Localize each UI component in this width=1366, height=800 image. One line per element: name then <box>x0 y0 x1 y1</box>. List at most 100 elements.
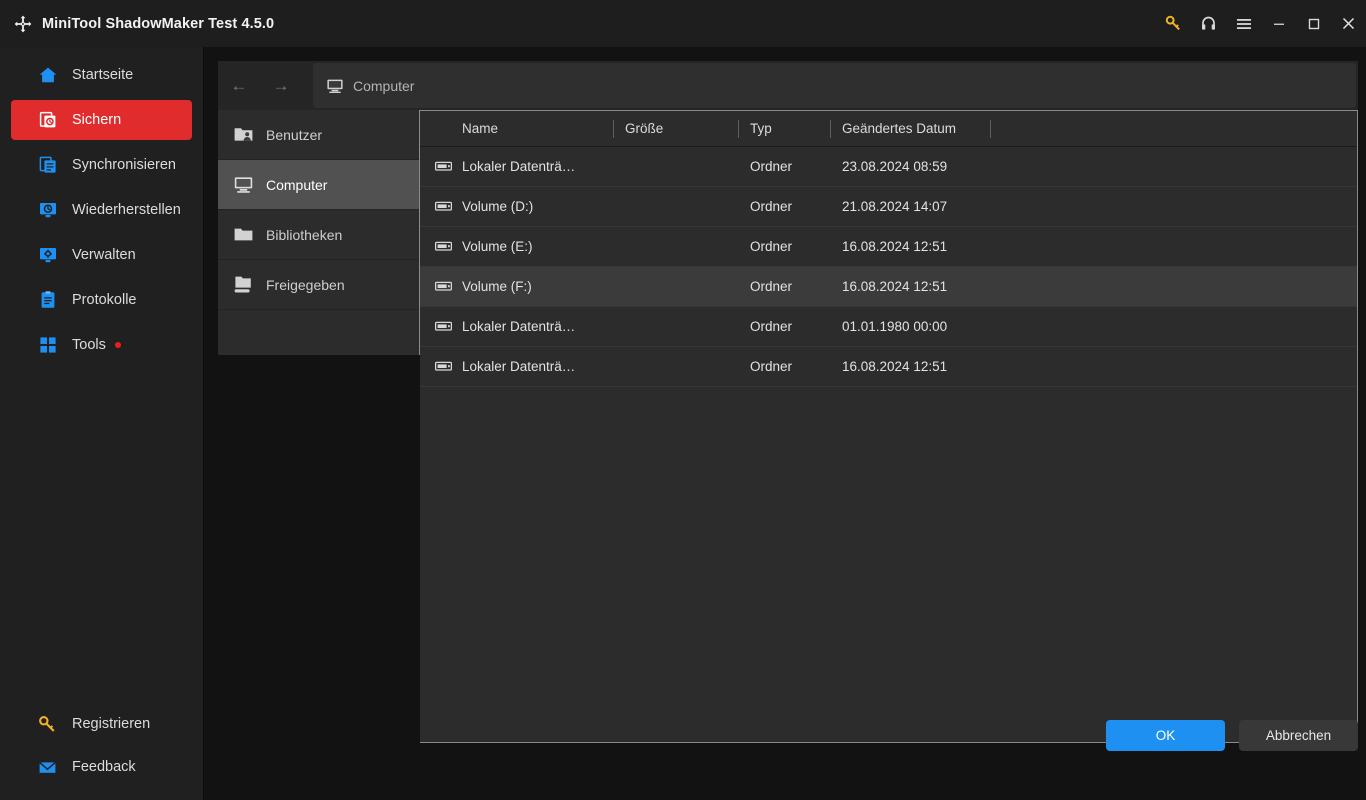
drive-icon <box>434 198 452 216</box>
column-header-label: Größe <box>625 120 664 136</box>
column-header-name[interactable]: Name <box>420 120 613 138</box>
column-header-label: Name <box>462 120 499 136</box>
table-row[interactable]: Lokaler Datenträ… Ordner 23.08.2024 08:5… <box>420 147 1357 187</box>
table-row[interactable]: Volume (F:) Ordner 16.08.2024 12:51 <box>420 267 1357 307</box>
column-header-label: Geändertes Datum <box>842 120 957 136</box>
tree-item-label: Freigegeben <box>266 276 345 293</box>
table-row[interactable]: Volume (D:) Ordner 21.08.2024 14:07 <box>420 187 1357 227</box>
file-name-text: Lokaler Datenträ… <box>462 159 576 174</box>
title-bar: MiniTool ShadowMaker Test 4.5.0 <box>0 0 1366 47</box>
sidebar-item-label: Verwalten <box>72 247 136 263</box>
file-date-cell: 16.08.2024 12:51 <box>842 239 948 254</box>
file-type-cell: Ordner <box>750 159 793 174</box>
address-bar-value: Computer <box>353 77 415 94</box>
tree-item-bibliotheken[interactable]: Bibliotheken <box>218 210 419 260</box>
manage-icon <box>37 245 58 266</box>
column-divider[interactable] <box>738 120 739 138</box>
maximize-icon[interactable] <box>1296 0 1331 47</box>
file-list-header: Name Größe Typ Geändertes Datum <box>420 111 1357 147</box>
tree-item-label: Benutzer <box>266 126 323 143</box>
file-name-cell: Volume (D:) <box>420 199 613 214</box>
file-date-cell: 16.08.2024 12:51 <box>842 279 948 294</box>
sidebar-item-label: Startseite <box>72 67 134 83</box>
tree-item-label: Computer <box>266 176 328 193</box>
table-row[interactable]: Volume (E:) Ordner 16.08.2024 12:51 <box>420 227 1357 267</box>
navigation-bar: ← → Computer <box>218 61 1358 110</box>
drive-icon <box>434 278 452 296</box>
column-header-type[interactable]: Typ <box>738 120 830 138</box>
sidebar-item-label: Tools <box>72 337 106 353</box>
key-icon <box>37 714 58 735</box>
file-type-cell: Ordner <box>750 199 793 214</box>
sidebar-item-startseite[interactable]: Startseite <box>11 55 192 95</box>
arrow-right-icon: → <box>272 75 290 95</box>
address-bar[interactable]: Computer <box>313 63 1356 108</box>
location-tree: Benutzer Computer Bibliotheken Freigegeb… <box>218 110 420 355</box>
users-folder-icon <box>232 124 254 146</box>
sidebar-item-protokolle[interactable]: Protokolle <box>11 280 192 320</box>
file-name-text: Volume (E:) <box>462 239 533 254</box>
file-name-text: Lokaler Datenträ… <box>462 319 576 334</box>
sidebar-item-feedback[interactable]: Feedback <box>11 748 193 786</box>
sidebar-item-tools[interactable]: Tools <box>11 325 192 365</box>
dialog-footer: OK Abbrechen <box>210 704 1366 800</box>
tree-item-freigegeben[interactable]: Freigegeben <box>218 260 419 310</box>
main-content: ← → Computer Benutzer Computer Bibliothe… <box>210 47 1366 800</box>
menu-hamburger-icon[interactable] <box>1226 0 1261 47</box>
sidebar: Startseite Sichern Synchronisieren Wiede… <box>0 47 204 800</box>
restore-icon <box>37 200 58 221</box>
drive-icon <box>434 238 452 256</box>
back-button[interactable]: ← <box>218 61 260 110</box>
home-icon <box>37 65 58 86</box>
cancel-button[interactable]: Abbrechen <box>1239 720 1358 751</box>
drive-icon <box>434 358 452 376</box>
sidebar-item-sichern[interactable]: Sichern <box>11 100 192 140</box>
column-divider[interactable] <box>990 120 991 138</box>
sidebar-item-label: Registrieren <box>72 716 151 732</box>
file-date-cell: 21.08.2024 14:07 <box>842 199 948 214</box>
computer-icon <box>232 174 254 196</box>
app-window: MiniTool ShadowMaker Test 4.5.0 Startsei… <box>0 0 1366 800</box>
sidebar-item-verwalten[interactable]: Verwalten <box>11 235 192 275</box>
sidebar-item-label: Protokolle <box>72 292 137 308</box>
file-type-cell: Ordner <box>750 319 793 334</box>
close-icon[interactable] <box>1331 0 1366 47</box>
file-date-cell: 16.08.2024 12:51 <box>842 359 948 374</box>
window-title: MiniTool ShadowMaker Test 4.5.0 <box>42 15 275 32</box>
backup-icon <box>37 110 58 131</box>
column-header-size[interactable]: Größe <box>613 120 738 138</box>
column-divider[interactable] <box>613 120 614 138</box>
tools-new-badge <box>114 342 121 348</box>
column-divider[interactable] <box>830 120 831 138</box>
file-type-cell: Ordner <box>750 239 793 254</box>
file-type-cell: Ordner <box>750 279 793 294</box>
shared-folder-icon <box>232 274 254 296</box>
logs-icon <box>37 290 58 311</box>
minimize-icon[interactable] <box>1261 0 1296 47</box>
register-key-icon[interactable] <box>1156 0 1191 47</box>
shadowmaker-logo-icon <box>12 13 34 35</box>
sidebar-item-registrieren[interactable]: Registrieren <box>11 705 193 743</box>
sidebar-item-wiederherstellen[interactable]: Wiederherstellen <box>11 190 192 230</box>
table-row[interactable]: Lokaler Datenträ… Ordner 01.01.1980 00:0… <box>420 307 1357 347</box>
sidebar-item-synchronisieren[interactable]: Synchronisieren <box>11 145 192 185</box>
sync-icon <box>37 155 58 176</box>
table-row[interactable]: Lokaler Datenträ… Ordner 16.08.2024 12:5… <box>420 347 1357 387</box>
tree-item-label: Bibliotheken <box>266 226 343 243</box>
ok-button[interactable]: OK <box>1106 720 1225 751</box>
file-name-text: Lokaler Datenträ… <box>462 359 576 374</box>
support-headset-icon[interactable] <box>1191 0 1226 47</box>
computer-icon <box>325 76 344 95</box>
folder-icon <box>232 224 254 246</box>
column-header-date[interactable]: Geändertes Datum <box>830 120 990 138</box>
tree-item-benutzer[interactable]: Benutzer <box>218 110 419 160</box>
file-name-cell: Lokaler Datenträ… <box>420 159 613 174</box>
column-header-label: Typ <box>750 120 772 136</box>
file-date-cell: 23.08.2024 08:59 <box>842 159 948 174</box>
drive-icon <box>434 318 452 336</box>
tree-item-computer[interactable]: Computer <box>218 160 419 210</box>
file-list-rows: Lokaler Datenträ… Ordner 23.08.2024 08:5… <box>420 147 1357 387</box>
forward-button[interactable]: → <box>260 61 302 110</box>
file-name-cell: Volume (F:) <box>420 279 613 294</box>
sidebar-item-label: Sichern <box>72 112 122 128</box>
